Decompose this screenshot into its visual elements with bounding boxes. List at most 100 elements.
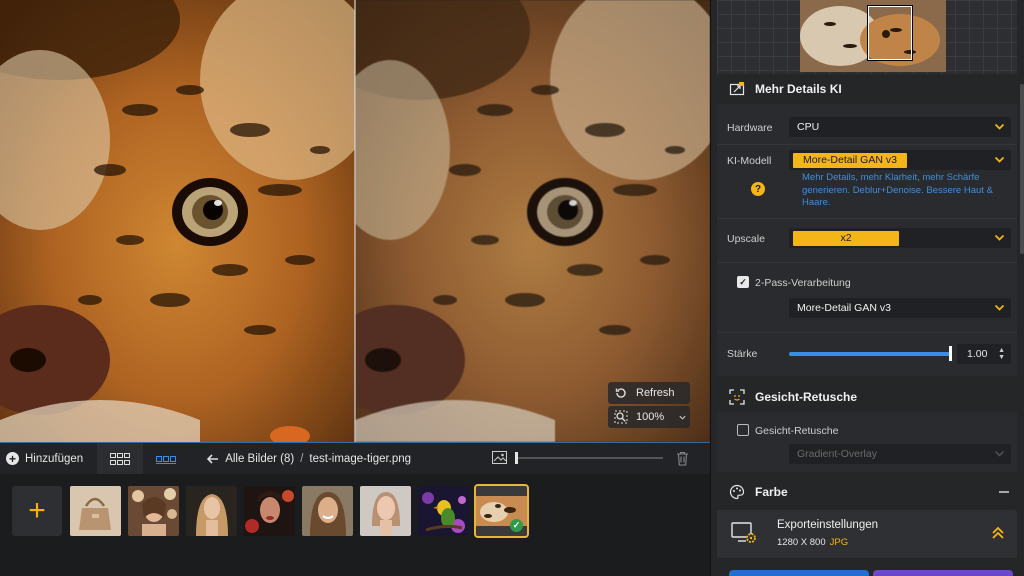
export-settings-icon <box>731 522 756 543</box>
face-section-header[interactable]: Gesicht-Retusche <box>717 384 1017 410</box>
action-buttons <box>729 570 1013 576</box>
hardware-select[interactable]: CPU <box>789 117 1011 137</box>
thumbnail-woman-flowers[interactable] <box>128 486 179 536</box>
thumbnail-strip: + ✓ <box>0 474 710 576</box>
upscale-label: Upscale <box>727 233 765 245</box>
strength-input[interactable]: 1.00 ▲ ▼ <box>957 344 1011 364</box>
compare-split-line[interactable] <box>354 0 356 442</box>
model-select[interactable]: More-Detail GAN v3 <box>789 150 1011 170</box>
thumbnail-bird[interactable] <box>418 486 469 536</box>
strength-slider-handle[interactable] <box>949 346 952 361</box>
filmstrip-view-icon <box>156 455 177 464</box>
chevron-down-icon <box>994 123 1005 130</box>
strength-slider[interactable] <box>789 352 951 356</box>
divider <box>717 144 1017 145</box>
details-section-header[interactable]: Mehr Details KI <box>717 76 1017 102</box>
refresh-label: Refresh <box>636 387 675 399</box>
grid-view-icon <box>110 452 131 465</box>
two-pass-model-select[interactable]: More-Detail GAN v3 <box>789 298 1011 318</box>
enhanced-image-pane <box>355 0 710 442</box>
hardware-label: Hardware <box>727 122 773 134</box>
navigator-image <box>800 0 946 72</box>
panel-scrollbar[interactable] <box>1020 84 1024 254</box>
export-format: JPG <box>829 537 849 548</box>
start-button[interactable] <box>729 570 869 576</box>
zoom-icon <box>614 410 628 424</box>
thumbnail-woman-portrait[interactable] <box>360 486 411 536</box>
image-icon <box>492 451 507 464</box>
trash-icon[interactable] <box>676 451 689 466</box>
navigator-viewport-frame[interactable] <box>868 6 912 60</box>
thumbnail-woman-dark[interactable] <box>244 486 295 536</box>
details-section-title: Mehr Details KI <box>755 82 842 96</box>
model-label: KI-Modell <box>727 155 772 167</box>
hardware-value: CPU <box>797 121 820 133</box>
two-pass-checkbox[interactable]: ✓ <box>737 276 749 288</box>
tiger-photo-enhanced <box>355 0 710 442</box>
face-scan-icon <box>729 389 745 405</box>
image-preview[interactable]: Refresh 100% <box>0 0 710 442</box>
strength-value: 1.00 <box>967 348 988 360</box>
thumbnail-woman-smiling[interactable] <box>302 486 353 536</box>
face-settings-box: Gesicht-Retusche Gradient-Overlay <box>717 412 1017 472</box>
face-retouch-checkbox[interactable] <box>737 424 749 436</box>
color-section-header[interactable]: Farbe <box>717 479 1017 505</box>
tiger-photo-original <box>0 0 355 442</box>
thumbnail-tiger[interactable]: ✓ <box>474 484 529 538</box>
settings-panel: Mehr Details KI Hardware CPU KI-Modell M… <box>710 0 1024 576</box>
two-pass-model-value: More-Detail GAN v3 <box>797 302 891 314</box>
upscale-value: x2 <box>793 230 899 246</box>
thumbnail-size-slider[interactable] <box>492 451 663 464</box>
divider <box>717 262 1017 263</box>
face-section-title: Gesicht-Retusche <box>755 390 858 404</box>
back-arrow-icon[interactable] <box>207 453 219 464</box>
face-retouch-label: Gesicht-Retusche <box>755 425 839 437</box>
refresh-button[interactable]: Refresh <box>608 382 690 404</box>
chevron-down-icon <box>994 156 1005 163</box>
breadcrumb-separator: / <box>300 452 304 465</box>
divider <box>717 218 1017 219</box>
original-image-pane <box>0 0 355 442</box>
enhance-icon <box>729 82 745 96</box>
bottom-toolbar: + Hinzufügen Alle Bilder (8) / test-imag… <box>0 442 710 475</box>
slider-handle[interactable] <box>515 451 518 464</box>
overlay-value: Gradient-Overlay <box>797 448 877 460</box>
filmstrip-view-toggle[interactable] <box>143 443 189 475</box>
chevron-down-icon <box>994 234 1005 241</box>
grid-view-toggle[interactable] <box>97 442 144 475</box>
overlay-select: Gradient-Overlay <box>789 444 1011 464</box>
zoom-dropdown[interactable]: 100% <box>608 406 690 428</box>
color-section-title: Farbe <box>755 485 788 499</box>
divider <box>717 332 1017 333</box>
add-image-tile[interactable]: + <box>12 486 62 536</box>
plus-circle-icon: + <box>6 452 19 465</box>
strength-label: Stärke <box>727 348 758 360</box>
navigator-preview[interactable] <box>717 0 1017 74</box>
export-resolution: 1280 X 800 <box>777 537 826 548</box>
model-description: Mehr Details, mehr Klarheit, mehr Schärf… <box>802 172 993 208</box>
add-images-button[interactable]: + Hinzufügen <box>0 443 97 475</box>
breadcrumb: Alle Bilder (8) / test-image-tiger.png <box>207 453 411 465</box>
refresh-icon <box>615 388 626 398</box>
secondary-action-button[interactable] <box>873 570 1013 576</box>
breadcrumb-all-images[interactable]: Alle Bilder (8) <box>225 453 294 465</box>
thumbnail-woman-blonde[interactable] <box>186 486 237 536</box>
export-title: Exporteinstellungen <box>777 519 879 531</box>
selected-check-icon: ✓ <box>510 519 523 532</box>
chevron-down-icon <box>994 304 1005 311</box>
upscale-select[interactable]: x2 <box>789 228 1011 248</box>
stepper-arrows-icon[interactable]: ▲ ▼ <box>998 347 1005 361</box>
thumbnail-handbag[interactable] <box>70 486 121 536</box>
double-chevron-up-icon[interactable] <box>991 526 1005 540</box>
chevron-down-icon <box>995 451 1004 457</box>
zoom-label: 100% <box>636 411 665 423</box>
model-value: More-Detail GAN v3 <box>793 152 907 168</box>
breadcrumb-filename: test-image-tiger.png <box>309 452 412 465</box>
two-pass-label: 2-Pass-Verarbeitung <box>755 277 851 289</box>
help-icon[interactable]: ? <box>751 182 765 196</box>
slider-track[interactable] <box>515 451 663 464</box>
export-settings[interactable]: Exporteinstellungen 1280 X 800 JPG <box>717 510 1017 558</box>
details-settings-box: Hardware CPU KI-Modell More-Detail GAN v… <box>717 104 1017 376</box>
collapse-icon[interactable] <box>999 491 1009 493</box>
chevron-down-icon <box>679 415 686 420</box>
